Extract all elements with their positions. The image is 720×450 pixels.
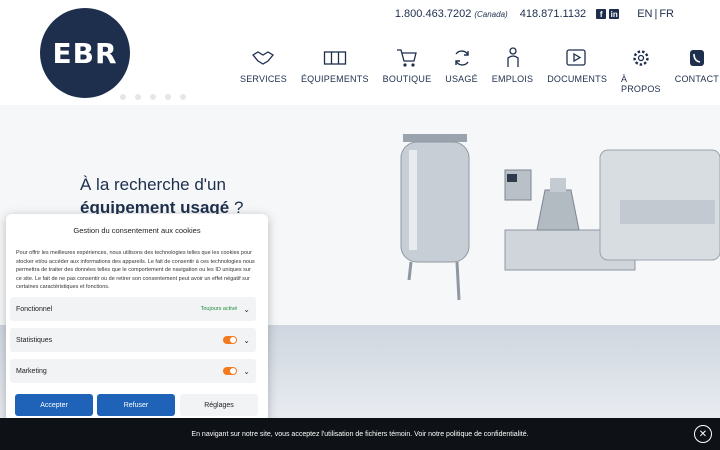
consent-title: Gestion du consentement aux cookies xyxy=(73,226,201,235)
person-icon xyxy=(505,44,521,72)
slider-dots xyxy=(120,94,186,100)
gear-icon xyxy=(631,44,651,72)
section-right: ⌄ xyxy=(223,367,250,376)
section-label: Marketing xyxy=(16,367,47,375)
close-icon[interactable]: ✕ xyxy=(694,425,712,443)
slider-dot[interactable] xyxy=(180,94,186,100)
linkedin-icon[interactable]: in xyxy=(609,9,620,19)
nav-contact[interactable]: CONTACT xyxy=(675,44,719,94)
nav-documents[interactable]: DOCUMENTS xyxy=(547,44,607,94)
nav-label: SERVICES xyxy=(240,74,287,84)
lang-separator: | xyxy=(654,8,658,20)
consent-section-statistiques[interactable]: Statistiques ⌄ xyxy=(10,328,256,352)
chevron-down-icon[interactable]: ⌄ xyxy=(243,305,250,314)
refuse-button[interactable]: Refuser xyxy=(97,394,175,416)
phone-icon xyxy=(689,44,705,72)
nav-equipements[interactable]: ÉQUIPEMENTS xyxy=(301,44,369,94)
tank-highlight xyxy=(409,150,417,250)
slider-dot[interactable] xyxy=(165,94,171,100)
accept-button[interactable]: Accepter xyxy=(15,394,93,416)
separator-bowl xyxy=(536,189,580,231)
always-active-badge: Toujours activé xyxy=(200,306,238,312)
nav-boutique[interactable]: BOUTIQUE xyxy=(383,44,432,94)
nav-label: BOUTIQUE xyxy=(382,74,432,84)
settings-button[interactable]: Réglages xyxy=(180,394,258,416)
slider-dot[interactable] xyxy=(135,94,141,100)
top-contact-bar: 1.800.463.7202 (Canada) 418.871.1132 f i… xyxy=(395,8,674,20)
nav-label: CONTACT xyxy=(674,74,719,84)
nav-usage[interactable]: USAGÉ xyxy=(445,44,478,94)
section-label: Statistiques xyxy=(16,336,53,344)
nav-a-propos[interactable]: À PROPOS xyxy=(621,44,661,94)
equipment-image xyxy=(400,134,720,301)
section-label: Fonctionnel xyxy=(16,305,53,313)
hero-title: À la recherche d'un équipement usagé ? xyxy=(80,175,243,218)
nav-label: À PROPOS xyxy=(621,74,661,94)
lang-fr-link[interactable]: FR xyxy=(659,8,674,20)
phone-link-2[interactable]: 418.871.1132 xyxy=(520,8,586,20)
phone-link[interactable]: 1.800.463.7202 xyxy=(395,8,471,20)
main-nav: SERVICES ÉQUIPEMENTS BOUTIQUE USAGÉ EMPL… xyxy=(240,44,720,94)
machine-bay xyxy=(620,200,715,224)
video-doc-icon xyxy=(565,44,589,72)
facebook-icon[interactable]: f xyxy=(596,9,607,19)
nav-services[interactable]: SERVICES xyxy=(240,44,287,94)
marketing-toggle[interactable] xyxy=(223,367,238,375)
consent-section-marketing[interactable]: Marketing ⌄ xyxy=(10,359,256,383)
section-right: Toujours activé ⌄ xyxy=(201,305,250,314)
tank-leg xyxy=(455,261,461,301)
nav-label: EMPLOIS xyxy=(491,74,534,84)
language-switch: EN | FR xyxy=(637,8,674,20)
hero-line-1: À la recherche d'un xyxy=(80,175,226,194)
slider-dot[interactable] xyxy=(150,94,156,100)
lang-en-link[interactable]: EN xyxy=(637,8,652,20)
chevron-down-icon[interactable]: ⌄ xyxy=(243,336,250,345)
separator-top xyxy=(550,178,566,192)
logo-text: EBR xyxy=(52,36,118,70)
statistics-toggle[interactable] xyxy=(223,336,238,344)
recycle-icon xyxy=(452,44,472,72)
slider-dot[interactable] xyxy=(120,94,126,100)
chevron-down-icon[interactable]: ⌄ xyxy=(243,367,250,376)
ebr-logo[interactable]: EBR xyxy=(40,8,130,98)
panel-screen xyxy=(507,174,517,182)
tank-lid xyxy=(403,134,467,142)
cookie-notice-text[interactable]: En navigant sur notre site, vous accepte… xyxy=(191,431,528,438)
section-right: ⌄ xyxy=(223,336,250,345)
cart-icon xyxy=(396,44,418,72)
tank-leg xyxy=(407,261,413,281)
nav-label: ÉQUIPEMENTS xyxy=(300,74,369,84)
social-links: f in xyxy=(596,9,620,19)
site-header: EBR 1.800.463.7202 (Canada) 418.871.1132… xyxy=(0,0,720,105)
nav-emplois[interactable]: EMPLOIS xyxy=(492,44,533,94)
catalog-icon xyxy=(323,44,347,72)
nav-label: DOCUMENTS xyxy=(547,74,608,84)
handshake-icon xyxy=(251,44,275,72)
phone-note: (Canada) xyxy=(474,9,508,19)
consent-section-fonctionnel[interactable]: Fonctionnel Toujours activé ⌄ xyxy=(10,297,256,321)
nav-label: USAGÉ xyxy=(445,74,478,84)
consent-body: Pour offrir les meilleures expériences, … xyxy=(16,250,255,291)
cookie-notice-bar: En navigant sur notre site, vous accepte… xyxy=(0,418,720,450)
